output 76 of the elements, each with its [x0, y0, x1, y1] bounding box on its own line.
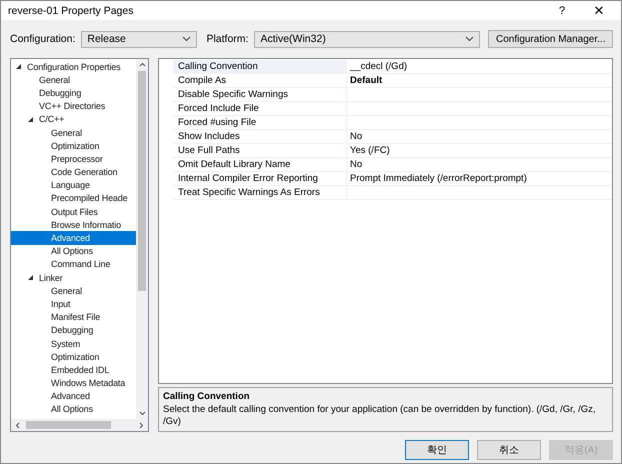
property-value: Default	[349, 74, 384, 87]
property-name: Forced #using File	[173, 116, 347, 129]
property-value: __cdecl (/Gd)	[348, 60, 408, 73]
ok-button[interactable]: 확인	[405, 440, 469, 460]
property-row[interactable]: Disable Specific Warnings	[173, 88, 612, 102]
configuration-manager-button[interactable]: Configuration Manager...	[488, 30, 613, 48]
close-button[interactable]: ✕	[577, 1, 621, 20]
vertical-scrollbar[interactable]	[136, 59, 148, 419]
platform-dropdown[interactable]: Active(Win32)	[254, 30, 480, 48]
tree-item[interactable]: System	[11, 336, 136, 350]
tree-item[interactable]: Windows Metadata	[11, 376, 136, 390]
property-row[interactable]: Calling Convention __cdecl (/Gd)	[173, 60, 612, 74]
expander-icon[interactable]	[15, 63, 22, 70]
property-value: No	[349, 130, 364, 143]
tree-item[interactable]: All Options	[11, 402, 136, 416]
tree-item[interactable]: Language	[11, 178, 136, 192]
tree-item[interactable]: Debugging	[11, 324, 136, 337]
property-row[interactable]: Treat Specific Warnings As Errors	[173, 186, 612, 200]
tree-item[interactable]: General	[11, 73, 136, 86]
tree-item[interactable]: Linker	[11, 271, 136, 284]
configuration-label: Configuration:	[10, 33, 76, 45]
scroll-down-icon[interactable]	[138, 411, 146, 416]
tree-item[interactable]: General	[11, 126, 136, 140]
help-button[interactable]: ?	[547, 1, 577, 20]
property-row[interactable]: Compile As Default	[173, 74, 612, 88]
chevron-down-icon	[465, 36, 474, 42]
scroll-left-icon[interactable]	[15, 422, 20, 428]
tree-item[interactable]: Optimization	[11, 350, 136, 364]
property-name: Omit Default Library Name	[173, 158, 347, 171]
tree-item[interactable]: Advanced	[11, 390, 136, 403]
tree-item[interactable]: Embedded IDL	[11, 363, 136, 376]
tree-item[interactable]: C/C++	[11, 112, 136, 126]
platform-label: Platform:	[206, 33, 248, 45]
property-name: Compile As	[173, 74, 347, 87]
chevron-down-icon	[182, 36, 192, 42]
expander-icon[interactable]	[27, 274, 34, 282]
tree-item[interactable]: Browse Informatio	[11, 218, 136, 232]
expander-icon[interactable]	[27, 116, 34, 123]
property-row[interactable]: Forced #using File	[173, 116, 612, 130]
property-row[interactable]: Use Full Paths Yes (/FC)	[173, 144, 612, 158]
property-name: Forced Include File	[173, 102, 347, 115]
property-value: No	[349, 158, 364, 171]
configuration-dropdown[interactable]: Release	[81, 30, 198, 48]
property-name: Internal Compiler Error Reporting	[173, 172, 347, 185]
property-row[interactable]: Internal Compiler Error Reporting Prompt Immediately (/errorReport:prompt)	[173, 172, 612, 186]
tree-item[interactable]: Configuration Properties	[11, 60, 136, 74]
tree-item[interactable]: Precompiled Heade	[11, 192, 136, 206]
property-name: Show Includes	[173, 130, 347, 143]
property-name: Disable Specific Warnings	[173, 88, 347, 101]
property-name: Treat Specific Warnings As Errors	[173, 186, 347, 199]
window-title: reverse-01 Property Pages	[7, 4, 134, 16]
tree-item[interactable]: Code Generation	[11, 166, 136, 179]
tree-item[interactable]: Command Line	[11, 258, 136, 271]
property-name: Calling Convention	[173, 60, 347, 73]
tree-item[interactable]: Input	[11, 297, 136, 311]
property-value: Yes (/FC)	[349, 144, 391, 157]
cancel-button[interactable]: 취소	[477, 440, 541, 460]
property-row[interactable]: Omit Default Library Name No	[173, 158, 612, 172]
tree-item[interactable]: Manifest File	[11, 310, 136, 324]
property-value: Prompt Immediately (/errorReport:prompt)	[349, 172, 528, 185]
description-text: Select the default calling convention for your application (can be overridden by function). (/Gd, /Gr, /Gz, /Gv)	[163, 404, 596, 428]
tree-item[interactable]: Output Files	[11, 205, 136, 218]
description-title: Calling Convention	[163, 391, 251, 402]
tree-item[interactable]: Optimization	[11, 139, 136, 152]
scroll-up-icon[interactable]	[138, 62, 146, 67]
scroll-right-icon[interactable]	[139, 422, 144, 428]
tree-item[interactable]: VC++ Directories	[11, 100, 136, 113]
tree-item[interactable]: Advanced	[11, 231, 136, 245]
horizontal-scrollbar[interactable]	[11, 419, 148, 431]
tree-item[interactable]: Debugging	[11, 86, 136, 100]
tree-item[interactable]: Preprocessor	[11, 152, 136, 166]
property-row[interactable]: Forced Include File	[173, 102, 612, 116]
property-row[interactable]: Show Includes No	[173, 130, 612, 144]
property-name: Use Full Paths	[173, 144, 347, 157]
tree-item[interactable]: All Options	[11, 244, 136, 258]
tree-item[interactable]: General	[11, 284, 136, 298]
